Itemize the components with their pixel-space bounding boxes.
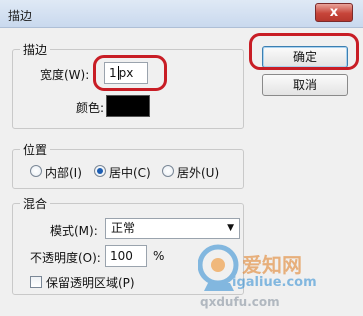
title-bar	[0, 0, 363, 28]
radio-center[interactable]	[94, 165, 106, 177]
radio-outside[interactable]	[162, 165, 174, 177]
stroke-group-legend: 描边	[20, 41, 51, 58]
radio-outside-label: 居外(U)	[177, 166, 220, 180]
watermark-site2: qxdufu.com	[200, 295, 280, 309]
opacity-value: 100	[110, 249, 133, 263]
radio-inside-label: 内部(I)	[45, 166, 82, 180]
close-icon: x	[329, 5, 339, 20]
opacity-label: 不透明度(O):	[30, 251, 101, 265]
radio-inside[interactable]	[30, 165, 42, 177]
watermark-site: igaliue.com	[232, 275, 317, 290]
watermark: 爱知网 igaliue.com qxdufu.com	[197, 235, 360, 313]
opacity-input[interactable]: 100	[105, 245, 147, 267]
preserve-transparency-checkbox[interactable]	[30, 276, 42, 288]
position-radio-group: 内部(I) 居中(C) 居外(U)	[30, 165, 280, 181]
radio-center-label: 居中(C)	[109, 166, 151, 180]
ok-highlight	[249, 33, 359, 70]
mode-value: 正常	[111, 221, 136, 235]
close-button[interactable]: x	[315, 3, 353, 22]
preserve-transparency-label: 保留透明区域(P)	[46, 276, 135, 290]
cancel-button[interactable]: 取消	[262, 74, 348, 96]
radio-center-dot	[97, 168, 103, 174]
width-label: 宽度(W):	[40, 68, 90, 82]
width-highlight	[93, 55, 167, 91]
window-title: 描边	[8, 9, 33, 23]
opacity-unit: %	[153, 249, 165, 263]
color-label: 颜色:	[76, 101, 105, 115]
mode-label: 模式(M):	[50, 224, 98, 238]
position-group-legend: 位置	[20, 141, 51, 158]
blend-group-legend: 混合	[20, 195, 51, 212]
watermark-brand: 爱知网	[242, 253, 302, 277]
color-swatch[interactable]	[106, 95, 150, 117]
